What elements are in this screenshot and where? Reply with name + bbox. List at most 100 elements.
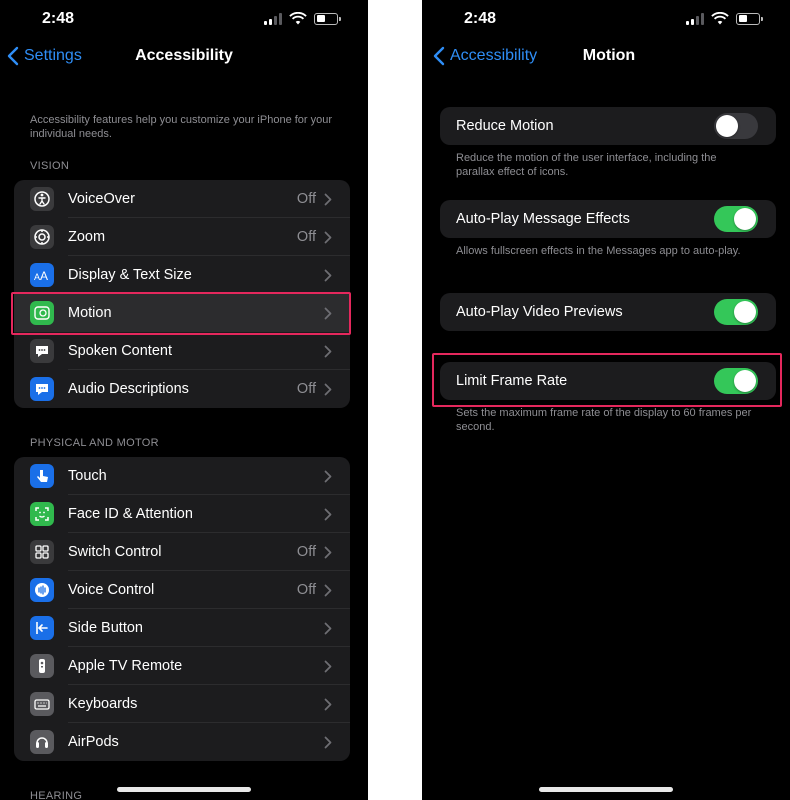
keyboard-icon [30, 692, 54, 716]
row-switch-control[interactable]: Switch Control Off [14, 533, 350, 571]
row-keyboards[interactable]: Keyboards [14, 685, 350, 723]
home-indicator[interactable] [539, 787, 673, 792]
chevron-right-icon [324, 736, 332, 748]
setting-label: Limit Frame Rate [456, 373, 568, 389]
setting-auto-play-video-previews: Auto-Play Video Previews [440, 293, 776, 331]
cellular-signal-icon [686, 12, 704, 25]
side-button-icon [30, 616, 54, 640]
back-label: Accessibility [450, 47, 538, 64]
section-header-hearing: HEARING [30, 790, 83, 800]
row-label: Keyboards [68, 696, 138, 712]
row-label: Display & Text Size [68, 267, 192, 283]
zoom-icon [30, 225, 54, 249]
row-face-id-and-attention[interactable]: Face ID & Attention [14, 495, 350, 533]
navigation-bar: Settings Accessibility [0, 42, 368, 72]
setting-limit-frame-rate: Limit Frame Rate [440, 362, 776, 400]
chevron-right-icon [324, 193, 332, 205]
setting-label: Reduce Motion [456, 118, 554, 134]
accessibility-screen: 2:48 Settings Accessibility Accessibilit… [0, 0, 368, 800]
toggle-knob [734, 301, 756, 323]
battery-icon [736, 12, 763, 25]
section-header-physical-motor: PHYSICAL AND MOTOR [30, 437, 159, 449]
setting-footnote: Allows fullscreen effects in the Message… [456, 245, 741, 257]
status-time: 2:48 [464, 10, 497, 27]
row-spoken-content[interactable]: Spoken Content [14, 332, 350, 370]
airpods-icon [30, 730, 54, 754]
intro-text: Accessibility features help you customiz… [30, 114, 333, 140]
chevron-right-icon [324, 622, 332, 634]
row-audio-descriptions[interactable]: Audio Descriptions Off [14, 370, 350, 408]
wifi-icon [711, 12, 729, 25]
chevron-right-icon [324, 231, 332, 243]
row-label: AirPods [68, 734, 119, 750]
motion-icon [30, 301, 54, 325]
row-voice-control[interactable]: Voice Control Off [14, 571, 350, 609]
setting-auto-play-message-effects: Auto-Play Message Effects [440, 200, 776, 238]
battery-icon [314, 12, 341, 25]
row-value: Off [296, 582, 316, 598]
chevron-right-icon [324, 584, 332, 596]
section-header-vision: VISION [30, 160, 70, 172]
chevron-right-icon [324, 698, 332, 710]
auto-play-video-previews-toggle[interactable] [714, 299, 758, 325]
row-label: Zoom [68, 229, 106, 245]
setting-reduce-motion: Reduce Motion [440, 107, 776, 145]
voice-control-icon [30, 578, 54, 602]
chevron-right-icon [324, 307, 332, 319]
row-label: Switch Control [68, 544, 162, 560]
row-label: VoiceOver [68, 191, 135, 207]
chevron-right-icon [324, 470, 332, 482]
chevron-right-icon [324, 660, 332, 672]
svg-text:A: A [40, 269, 48, 283]
face-id-icon [30, 502, 54, 526]
home-indicator[interactable] [117, 787, 251, 792]
navigation-bar: Accessibility Motion [422, 42, 790, 72]
auto-play-message-effects-toggle[interactable] [714, 206, 758, 232]
motion-screen: 2:48 Accessibility Motion Reduce Motion R… [422, 0, 790, 800]
chevron-left-icon [433, 46, 445, 66]
row-label: Audio Descriptions [68, 381, 189, 397]
remote-icon [30, 654, 54, 678]
row-voiceover[interactable]: VoiceOver Off [14, 180, 350, 218]
cellular-signal-icon [264, 12, 282, 25]
row-label: Touch [68, 468, 107, 484]
row-value: Off [296, 229, 316, 245]
hand-pointer-icon [30, 464, 54, 488]
toggle-knob [734, 208, 756, 230]
reduce-motion-toggle[interactable] [714, 113, 758, 139]
chevron-right-icon [324, 508, 332, 520]
chevron-right-icon [324, 383, 332, 395]
row-side-button[interactable]: Side Button [14, 609, 350, 647]
chevron-right-icon [324, 345, 332, 357]
row-zoom[interactable]: Zoom Off [14, 218, 350, 256]
row-value: Off [296, 381, 316, 397]
row-display-and-text-size[interactable]: A A Display & Text Size [14, 256, 350, 294]
row-apple-tv-remote[interactable]: Apple TV Remote [14, 647, 350, 685]
status-bar: 2:48 [422, 0, 790, 38]
row-motion[interactable]: Motion [14, 294, 350, 332]
limit-frame-rate-toggle[interactable] [714, 368, 758, 394]
row-touch[interactable]: Touch [14, 457, 350, 495]
row-label: Apple TV Remote [68, 658, 183, 674]
toggle-knob [716, 115, 738, 137]
row-value: Off [296, 544, 316, 560]
setting-footnote: Reduce the motion of the user interface,… [456, 152, 717, 178]
text-size-icon: AA [30, 263, 54, 287]
wifi-icon [289, 12, 307, 25]
row-value: Off [296, 191, 316, 207]
row-label: Face ID & Attention [68, 506, 193, 522]
row-label: Spoken Content [68, 343, 172, 359]
switch-control-icon [30, 540, 54, 564]
chevron-left-icon [7, 46, 19, 66]
status-bar: 2:48 [0, 0, 368, 38]
row-airpods[interactable]: AirPods [14, 723, 350, 761]
setting-label: Auto-Play Video Previews [456, 304, 623, 320]
back-label: Settings [24, 47, 82, 64]
row-label: Side Button [68, 620, 143, 636]
chevron-right-icon [324, 269, 332, 281]
setting-label: Auto-Play Message Effects [456, 211, 630, 227]
back-button[interactable]: Settings [6, 46, 82, 66]
speech-bubble-icon [30, 339, 54, 363]
back-button[interactable]: Accessibility [432, 46, 537, 66]
voiceover-icon [30, 187, 54, 211]
